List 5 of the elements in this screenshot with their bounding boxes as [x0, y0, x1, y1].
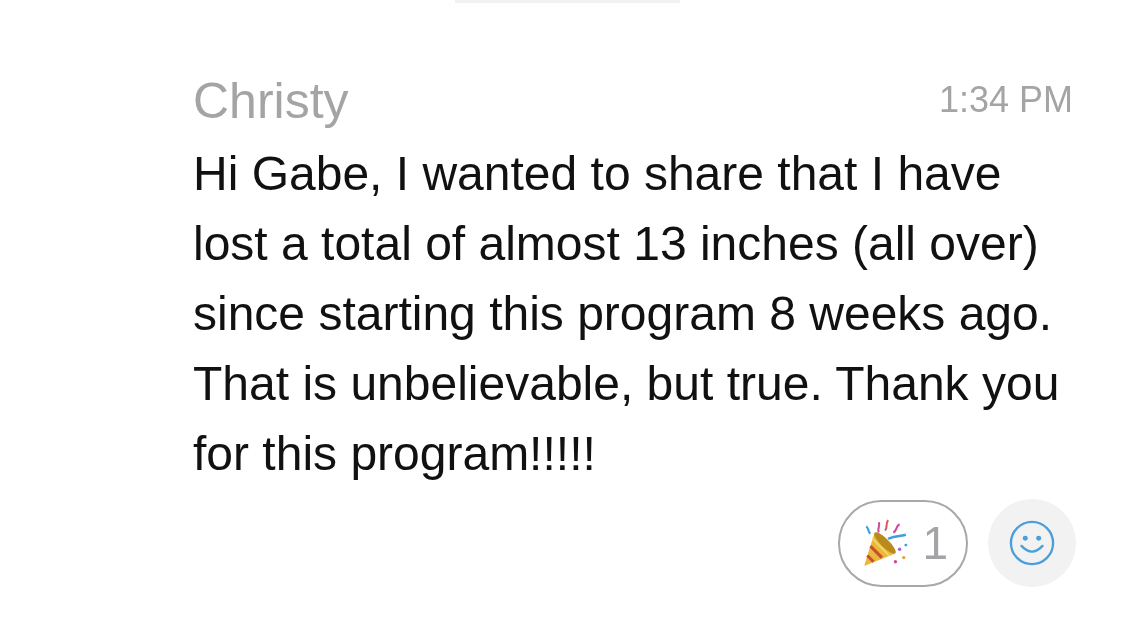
reaction-button[interactable]: 1: [838, 499, 968, 587]
message-time: 1:34 PM: [938, 78, 1073, 122]
smiley-icon: [1009, 520, 1055, 566]
message-text: Hi Gabe, I wanted to share that I have lost a total of almost 13 inches (all over) since starting this program 8 weeks ago. That is unbelievable, but true. Thank you for this program!!!!!: [193, 146, 1061, 482]
author-name: Christy: [193, 72, 349, 130]
